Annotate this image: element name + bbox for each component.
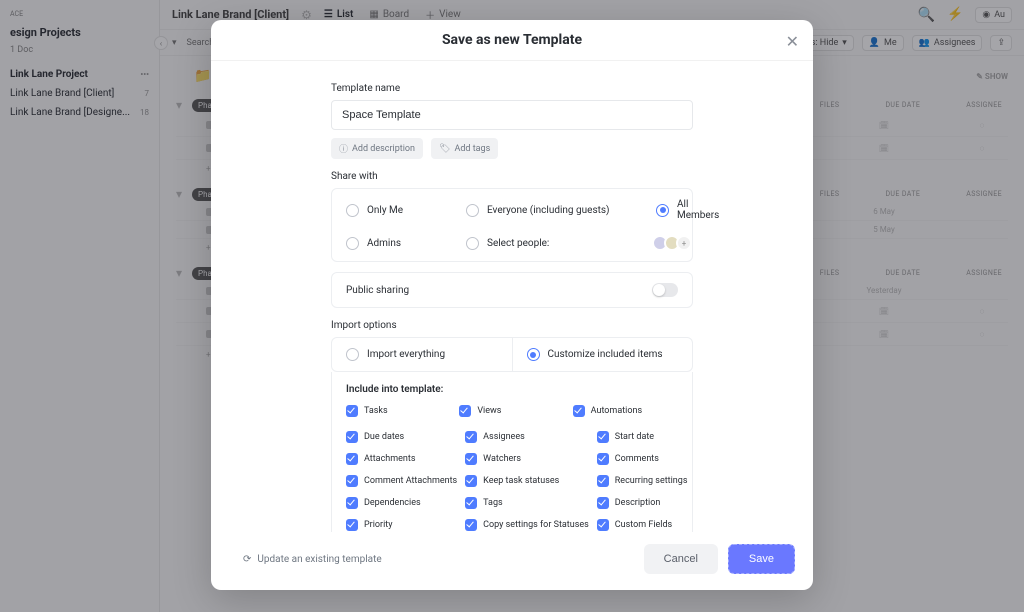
modal-overlay: Save as new Template ✕ Template name ⓘ A… [0,0,1024,612]
info-icon: ⓘ [339,142,348,155]
add-tags-button[interactable]: 🏷 Add tags [431,138,498,159]
check-comment-attachments[interactable]: Comment Attachments [346,475,457,487]
check-automations[interactable]: Automations [573,405,678,417]
label: Admins [367,238,401,249]
share-select-people[interactable]: Select people: [466,237,646,250]
check-start-date[interactable]: Start date [597,431,688,443]
share-admins[interactable]: Admins [346,237,456,250]
check-copy-statuses[interactable]: Copy settings for Statuses [465,519,589,531]
add-person-icon[interactable]: + [676,235,692,251]
label: Keep task statuses [483,476,559,486]
tag-icon: 🏷 [439,144,450,154]
check-tasks[interactable]: Tasks [346,405,451,417]
public-sharing-toggle[interactable] [652,283,678,297]
label: Assignees [483,432,525,442]
label: Dependencies [364,498,421,508]
label: Watchers [483,454,521,464]
label: Description [615,498,661,508]
label: Custom Fields [615,520,672,530]
share-label: Share with [331,171,693,182]
label: Add description [352,144,415,154]
label: Views [477,406,501,416]
check-description[interactable]: Description [597,497,688,509]
label: Tasks [364,406,388,416]
check-dependencies[interactable]: Dependencies [346,497,457,509]
label: Copy settings for Statuses [483,520,589,530]
public-sharing-label: Public sharing [346,285,409,296]
check-comments[interactable]: Comments [597,453,688,465]
share-all-members[interactable]: All Members [656,199,719,221]
label: Attachments [364,454,415,464]
label: Import everything [367,349,445,360]
check-tags[interactable]: Tags [465,497,589,509]
save-template-modal: Save as new Template ✕ Template name ⓘ A… [211,20,813,590]
template-name-input[interactable] [331,100,693,130]
include-label: Include into template: [346,384,678,395]
share-everyone[interactable]: Everyone (including guests) [466,204,646,217]
label: Recurring settings [615,476,688,486]
check-priority[interactable]: Priority [346,519,457,531]
label: Due dates [364,432,404,442]
label: Priority [364,520,393,530]
save-button[interactable]: Save [728,544,795,574]
label: Everyone (including guests) [487,205,610,216]
label: Tags [483,498,502,508]
check-attachments[interactable]: Attachments [346,453,457,465]
import-everything[interactable]: Import everything [332,338,512,371]
check-keep-statuses[interactable]: Keep task statuses [465,475,589,487]
label: Customize included items [548,349,663,360]
label: Automations [591,406,642,416]
close-icon[interactable]: ✕ [786,32,799,51]
cancel-button[interactable]: Cancel [644,544,718,574]
modal-title: Save as new Template [211,32,813,48]
name-label: Template name [331,83,693,94]
check-custom-fields[interactable]: Custom Fields [597,519,688,531]
label: Start date [615,432,654,442]
check-due-dates[interactable]: Due dates [346,431,457,443]
label: Only Me [367,205,403,216]
check-assignees[interactable]: Assignees [465,431,589,443]
label: Select people: [487,238,549,249]
label: Add tags [454,144,490,154]
add-description-button[interactable]: ⓘ Add description [331,138,423,159]
label: Update an existing template [257,554,381,565]
label: Comments [615,454,659,464]
people-selector[interactable]: + [656,235,719,251]
import-label: Import options [331,320,693,331]
check-watchers[interactable]: Watchers [465,453,589,465]
refresh-icon: ⟳ [243,554,251,565]
check-recurring[interactable]: Recurring settings [597,475,688,487]
import-customize[interactable]: Customize included items [512,338,693,371]
check-views[interactable]: Views [459,405,564,417]
update-existing-link[interactable]: ⟳ Update an existing template [229,554,382,565]
label: Comment Attachments [364,476,457,486]
share-only-me[interactable]: Only Me [346,204,456,217]
label: All Members [677,199,719,221]
